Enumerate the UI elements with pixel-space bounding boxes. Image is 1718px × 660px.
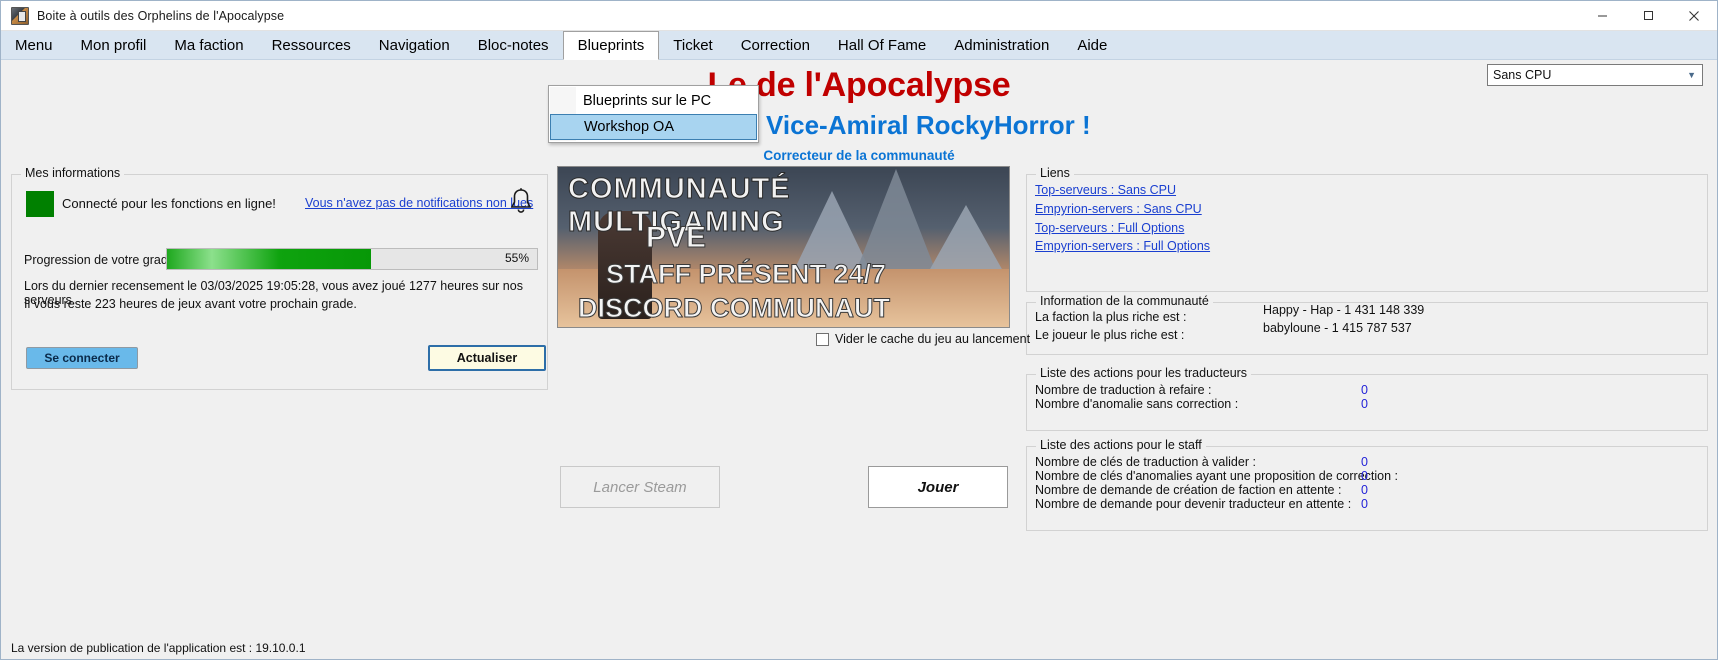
community-info-group: Information de la communauté La faction … (1026, 294, 1708, 355)
faction-requests-value: 0 (1361, 483, 1368, 497)
my-info-group: Mes informations Connecté pour les fonct… (11, 166, 548, 390)
page-title: Le de l'Apocalypse (707, 66, 1011, 104)
banner-line-4: DISCORD COMMUNAUT (578, 293, 891, 324)
cpu-select-value: Sans CPU (1493, 68, 1552, 82)
anomalies-without-correction-label: Nombre d'anomalie sans correction : (1035, 397, 1239, 411)
grade-progress-bar: 55% (166, 248, 538, 270)
translations-to-redo-label: Nombre de traduction à refaire : (1035, 383, 1212, 397)
anomaly-proposals-label: Nombre de clés d'anomalies ayant une pro… (1035, 469, 1399, 483)
connect-button[interactable]: Se connecter (26, 347, 138, 369)
window-title: Boite à outils des Orphelins de l'Apocal… (37, 8, 285, 23)
community-info-legend: Information de la communauté (1036, 294, 1213, 308)
link-top-serveurs-full-options[interactable]: Top-serveurs : Full Options (1035, 221, 1184, 235)
play-button[interactable]: Jouer (868, 466, 1008, 508)
menu-item-aide[interactable]: Aide (1063, 31, 1121, 59)
richest-player-label: Le joueur le plus riche est : (1035, 328, 1185, 342)
richest-player-value: babyloune - 1 415 787 537 (1263, 321, 1412, 335)
menubar-spacer (1121, 31, 1717, 59)
banner-line-1: COMMUNAUTÉ MULTIGAMING (568, 173, 791, 239)
dropdown-item-workshop-oa[interactable]: Workshop OA (550, 114, 757, 140)
title-bar: Boite à outils des Orphelins de l'Apocal… (1, 1, 1717, 31)
blueprints-dropdown-menu: Blueprints sur le PC Workshop OA (548, 85, 759, 143)
translator-actions-legend: Liste des actions pour les traducteurs (1036, 366, 1252, 380)
menu-item-hall-of-fame[interactable]: Hall Of Fame (824, 31, 940, 59)
dropdown-item-blueprints-sur-le-pc[interactable]: Blueprints sur le PC (549, 88, 758, 114)
richest-faction-label: La faction la plus riche est : (1035, 310, 1187, 324)
translator-requests-value: 0 (1361, 497, 1368, 511)
translations-to-redo-value: 0 (1361, 383, 1368, 397)
application-window: Boite à outils des Orphelins de l'Apocal… (0, 0, 1718, 660)
launch-steam-button[interactable]: Lancer Steam (560, 466, 720, 508)
menu-item-mon-profil[interactable]: Mon profil (67, 31, 161, 59)
clear-cache-checkbox-row[interactable]: Vider le cache du jeu au lancement (816, 332, 1030, 346)
menu-item-administration[interactable]: Administration (940, 31, 1063, 59)
census-info-line-2: Il vous reste 223 heures de jeux avant v… (24, 297, 357, 311)
welcome-message: Bienvenue Vice-Amiral RockyHorror ! (627, 110, 1091, 140)
header-zone: Le de l'Apocalypse Bienvenue Vice-Amiral… (1, 60, 1717, 163)
links-group: Liens Top-serveurs : Sans CPU Empyrion-s… (1026, 166, 1708, 292)
community-banner-image[interactable]: COMMUNAUTÉ MULTIGAMING PVE STAFF PRÉSENT… (557, 166, 1010, 328)
banner-line-3: STAFF PRÉSENT 24/7 (605, 259, 887, 290)
link-empyrion-servers-sans-cpu[interactable]: Empyrion-servers : Sans CPU (1035, 202, 1202, 216)
menu-bar: Menu Mon profil Ma faction Ressources Na… (1, 31, 1717, 60)
menu-item-bloc-notes[interactable]: Bloc-notes (464, 31, 563, 59)
menu-item-navigation[interactable]: Navigation (365, 31, 464, 59)
translator-actions-group: Liste des actions pour les traducteurs N… (1026, 366, 1708, 431)
cpu-select[interactable]: Sans CPU ▼ (1487, 64, 1703, 86)
keys-to-validate-label: Nombre de clés de traduction à valider : (1035, 455, 1256, 469)
translator-requests-label: Nombre de demande pour devenir traducteu… (1035, 497, 1352, 511)
notifications-link[interactable]: Vous n'avez pas de notifications non lue… (305, 196, 533, 210)
menu-item-blueprints[interactable]: Blueprints (562, 31, 660, 60)
banner-line-2: PVE (645, 221, 707, 255)
bell-icon[interactable] (508, 187, 534, 217)
faction-requests-label: Nombre de demande de création de faction… (1035, 483, 1342, 497)
clear-cache-label: Vider le cache du jeu au lancement (835, 332, 1031, 346)
link-top-serveurs-sans-cpu[interactable]: Top-serveurs : Sans CPU (1035, 183, 1176, 197)
menu-item-ma-faction[interactable]: Ma faction (160, 31, 257, 59)
main-content: Mes informations Connecté pour les fonct… (1, 156, 1717, 659)
richest-faction-value: Happy - Hap - 1 431 148 339 (1263, 303, 1425, 317)
menu-item-menu[interactable]: Menu (1, 31, 67, 59)
app-icon (11, 6, 29, 25)
close-button[interactable] (1671, 1, 1717, 31)
anomalies-without-correction-value: 0 (1361, 397, 1368, 411)
menu-item-correction[interactable]: Correction (727, 31, 824, 59)
grade-progress-fill (167, 249, 371, 269)
link-empyrion-servers-full-options[interactable]: Empyrion-servers : Full Options (1035, 239, 1210, 253)
chevron-down-icon: ▼ (1687, 70, 1696, 80)
grade-progress-label: Progression de votre grade : (24, 253, 182, 267)
maximize-button[interactable] (1625, 1, 1671, 31)
online-status-indicator (26, 191, 54, 217)
menu-item-ticket[interactable]: Ticket (659, 31, 726, 59)
app-version-text: La version de publication de l'applicati… (11, 641, 306, 655)
minimize-button[interactable] (1579, 1, 1625, 31)
staff-actions-legend: Liste des actions pour le staff (1036, 438, 1206, 452)
refresh-button[interactable]: Actualiser (428, 345, 546, 371)
status-bar: La version de publication de l'applicati… (1, 637, 1717, 659)
links-legend: Liens (1036, 166, 1074, 180)
my-info-legend: Mes informations (21, 166, 125, 180)
menu-item-ressources[interactable]: Ressources (258, 31, 365, 59)
clear-cache-checkbox[interactable] (816, 332, 829, 346)
grade-progress-percent: 55% (504, 251, 529, 265)
anomaly-proposals-value: 0 (1361, 469, 1368, 483)
staff-actions-group: Liste des actions pour le staff Nombre d… (1026, 438, 1708, 531)
keys-to-validate-value: 0 (1361, 455, 1368, 469)
online-status-text: Connecté pour les fonctions en ligne! (62, 196, 276, 211)
